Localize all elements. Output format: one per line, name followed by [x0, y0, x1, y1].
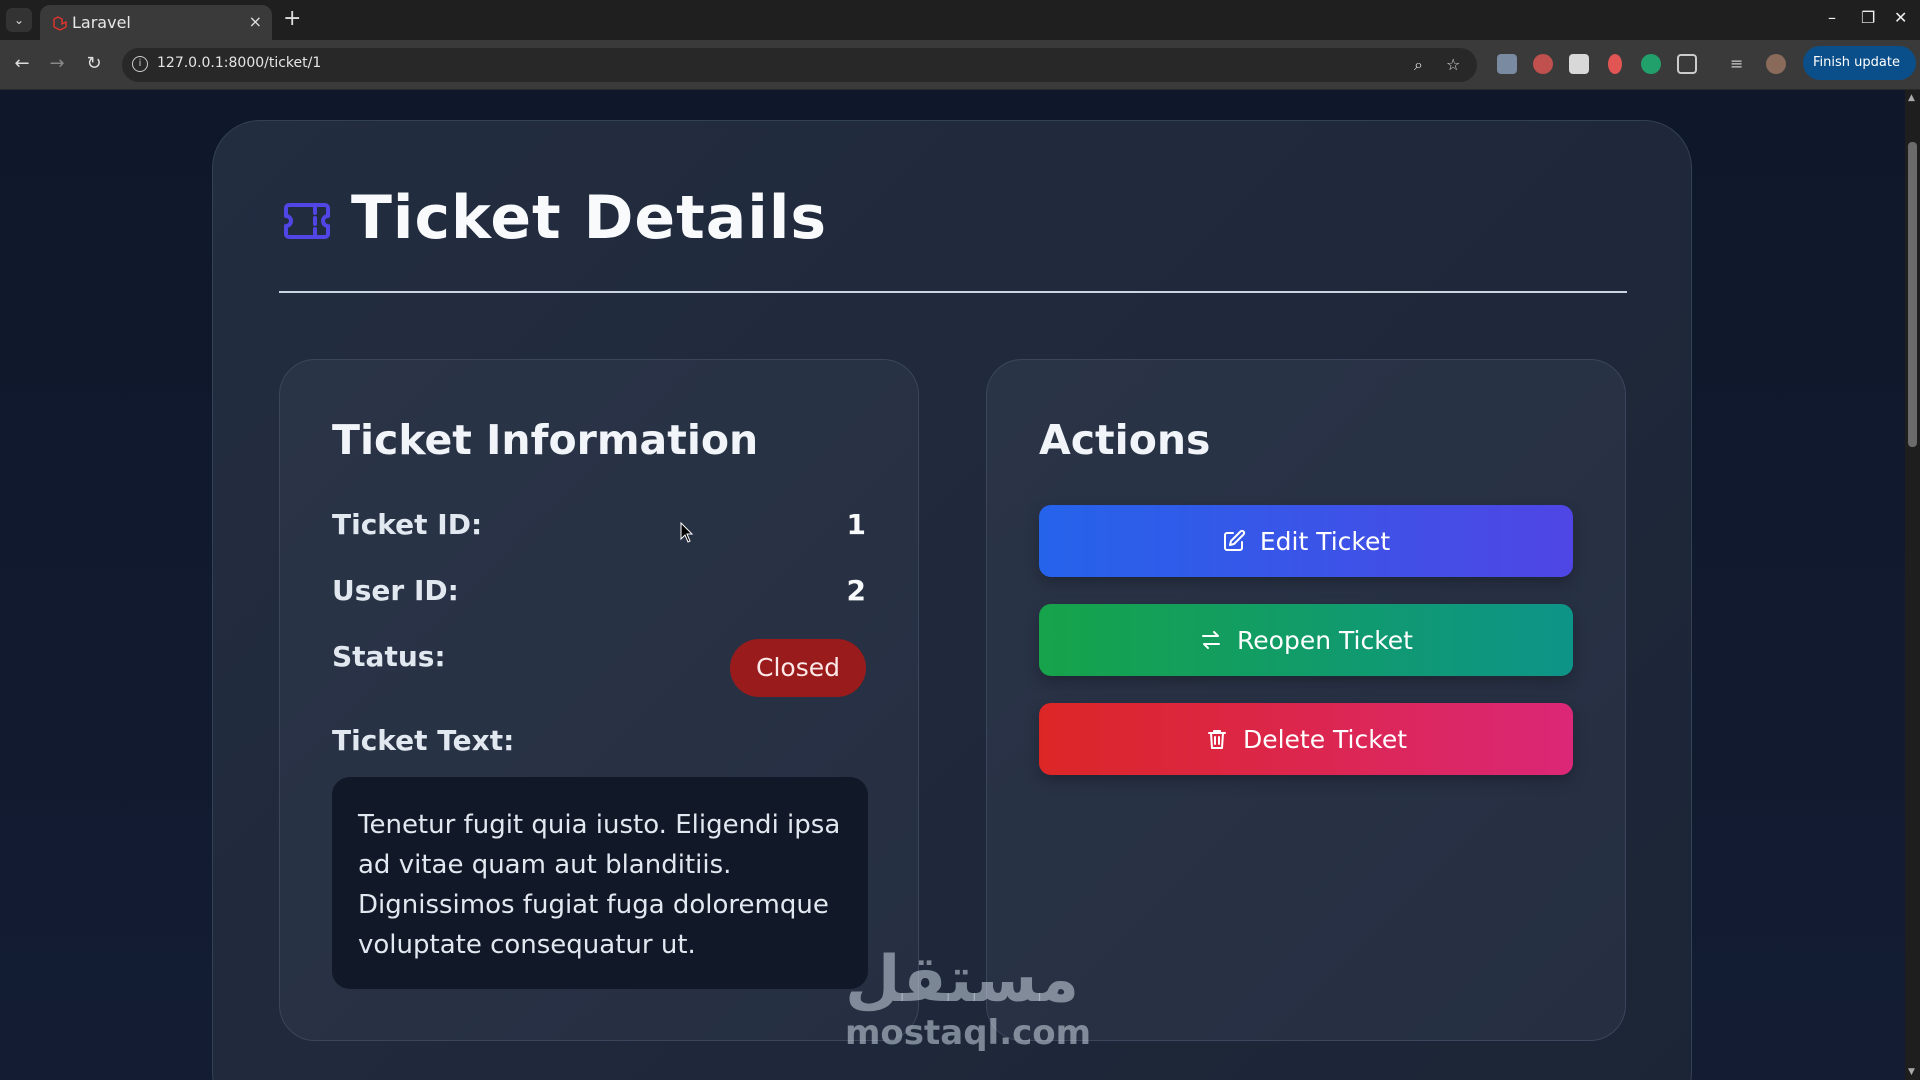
- status-label: Status:: [332, 640, 446, 673]
- delete-ticket-button[interactable]: Delete Ticket: [1039, 703, 1573, 775]
- window-restore-button[interactable]: ❐: [1861, 8, 1875, 27]
- laravel-favicon-icon: [53, 16, 67, 31]
- arrows-exchange-icon: [1202, 631, 1221, 649]
- browser-tab-bar: ⌄ Laravel × + – ❐ ✕: [0, 0, 1920, 40]
- ticket-details-card: Ticket Details Ticket Information Ticket…: [212, 120, 1692, 1080]
- ticket-information-panel: Ticket Information Ticket ID: 1 User ID:…: [279, 359, 919, 1041]
- pencil-square-icon: [1223, 529, 1245, 551]
- mouse-cursor-icon: [680, 522, 694, 543]
- finish-update-button[interactable]: Finish update ⋮: [1803, 46, 1916, 104]
- scroll-down-arrow-icon[interactable]: ▼: [1908, 1067, 1915, 1077]
- ticket-id-label: Ticket ID:: [332, 508, 483, 541]
- extension-cloud-icon[interactable]: [1497, 54, 1517, 74]
- user-id-value: 2: [846, 574, 866, 607]
- trash-icon: [1207, 730, 1226, 749]
- profile-avatar[interactable]: [1766, 54, 1786, 74]
- scrollbar-thumb[interactable]: [1908, 142, 1917, 447]
- status-badge: Closed: [730, 639, 866, 697]
- watermark-arabic: مستقل: [845, 943, 1080, 1017]
- extension-window-icon[interactable]: [1569, 54, 1589, 74]
- delete-ticket-label: Delete Ticket: [1242, 724, 1408, 754]
- ticket-icon: [284, 203, 330, 239]
- reading-list-icon[interactable]: ≡: [1730, 54, 1750, 74]
- edit-ticket-button[interactable]: Edit Ticket: [1039, 505, 1573, 577]
- ticket-information-heading: Ticket Information: [332, 416, 759, 464]
- browser-tab[interactable]: Laravel ×: [40, 5, 272, 40]
- reopen-ticket-button[interactable]: Reopen Ticket: [1039, 604, 1573, 676]
- extension-drop-icon[interactable]: [1608, 54, 1622, 74]
- url-text[interactable]: 127.0.0.1:8000/ticket/1: [157, 55, 321, 71]
- finish-update-label: Finish update: [1813, 55, 1900, 70]
- ticket-text-box: Tenetur fugit quia iusto. Eligendi ipsa …: [332, 777, 868, 989]
- reopen-ticket-label: Reopen Ticket: [1237, 625, 1413, 655]
- tab-search-chevron-icon[interactable]: ⌄: [6, 8, 32, 32]
- extensions-puzzle-icon[interactable]: [1677, 54, 1697, 74]
- mostaql-watermark: مستقل mostaql.com: [845, 943, 1092, 1053]
- reload-icon[interactable]: ↻: [82, 52, 106, 76]
- bookmark-star-icon[interactable]: ☆: [1446, 55, 1460, 74]
- actions-panel: Actions Edit Ticket Reopen Ticket Delete…: [986, 359, 1626, 1041]
- page-viewport: Ticket Details Ticket Information Ticket…: [0, 90, 1905, 1080]
- site-info-icon[interactable]: i: [132, 56, 148, 72]
- new-tab-button[interactable]: +: [283, 6, 301, 31]
- user-id-label: User ID:: [332, 574, 459, 607]
- zoom-icon[interactable]: ⌕: [1414, 55, 1423, 75]
- extension-grammar-icon[interactable]: [1641, 54, 1661, 74]
- header-divider: [279, 291, 1627, 293]
- address-bar[interactable]: i 127.0.0.1:8000/ticket/1 ⌕ ☆: [122, 48, 1477, 82]
- actions-heading: Actions: [1039, 416, 1211, 464]
- tab-title: Laravel: [72, 13, 131, 32]
- watermark-latin: mostaql.com: [845, 1013, 1092, 1053]
- ticket-text-label: Ticket Text:: [332, 724, 515, 757]
- forward-arrow-icon[interactable]: →: [45, 52, 69, 76]
- extension-pinwheel-icon[interactable]: [1533, 54, 1553, 74]
- scroll-up-arrow-icon[interactable]: ▲: [1908, 93, 1915, 103]
- ticket-id-value: 1: [846, 508, 866, 541]
- back-arrow-icon[interactable]: ←: [10, 52, 34, 76]
- window-close-button[interactable]: ✕: [1894, 8, 1907, 27]
- browser-toolbar: ← → ↻ i 127.0.0.1:8000/ticket/1 ⌕ ☆ ≡ Fi…: [0, 40, 1920, 104]
- edit-ticket-label: Edit Ticket: [1259, 526, 1391, 556]
- page-scrollbar[interactable]: ▲ ▼: [1905, 90, 1920, 1080]
- tab-close-icon[interactable]: ×: [249, 12, 262, 31]
- page-title: Ticket Details: [351, 183, 828, 253]
- window-minimize-button[interactable]: –: [1828, 8, 1836, 27]
